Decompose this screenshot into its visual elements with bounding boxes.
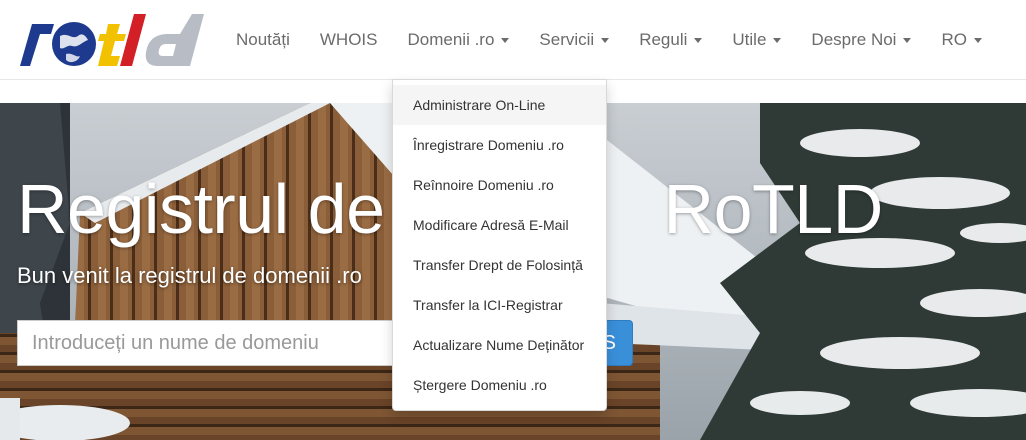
caret-down-icon (501, 37, 510, 43)
nav-item-whois[interactable]: WHOIS (305, 0, 393, 80)
dropdown-item-administrare-online[interactable]: Administrare On-Line (393, 85, 606, 125)
dropdown-item-stergere-domeniu[interactable]: Ștergere Domeniu .ro (393, 365, 606, 405)
dropdown-item-transfer-drept-folosinta[interactable]: Transfer Drept de Folosință (393, 245, 606, 285)
caret-down-icon (601, 37, 610, 43)
hero-subtitle: Bun venit la registrul de domenii .ro (17, 263, 362, 288)
main-nav: Noutăți WHOIS Domenii .ro Servicii Regul… (221, 0, 997, 80)
dropdown-item-inregistrare-domeniu[interactable]: Înregistrare Domeniu .ro (393, 125, 606, 165)
dropdown-item-modificare-email[interactable]: Modificare Adresă E-Mail (393, 205, 606, 245)
dropdown-item-reinnoire-domeniu[interactable]: Reînnoire Domeniu .ro (393, 165, 606, 205)
nav-item-reguli[interactable]: Reguli (624, 0, 717, 80)
nav-label: Reguli (639, 30, 688, 49)
nav-label: Despre Noi (811, 30, 897, 49)
caret-down-icon (973, 37, 982, 43)
dropdown-item-actualizare-nume-detinator[interactable]: Actualizare Nume Deținător (393, 325, 606, 365)
nav-item-servicii[interactable]: Servicii (524, 0, 624, 80)
hero-title-right: RoTLD (663, 170, 884, 248)
domain-search-input[interactable] (17, 320, 437, 366)
rotld-logo[interactable] (16, 10, 208, 70)
nav-item-domenii-ro[interactable]: Domenii .ro (392, 0, 525, 80)
nav-label: Servicii (539, 30, 595, 49)
caret-down-icon (773, 37, 782, 43)
top-navbar: Noutăți WHOIS Domenii .ro Servicii Regul… (0, 0, 1026, 80)
nav-item-utile[interactable]: Utile (717, 0, 796, 80)
nav-label: RO (941, 30, 967, 49)
nav-label: Utile (732, 30, 767, 49)
nav-label: WHOIS (319, 30, 378, 49)
dropdown-item-transfer-ici-registrar[interactable]: Transfer la ICI-Registrar (393, 285, 606, 325)
hero-title-left: Registrul de D (17, 170, 454, 248)
domenii-ro-dropdown-menu: Administrare On-Line Înregistrare Domeni… (392, 79, 607, 411)
caret-down-icon (903, 37, 912, 43)
caret-down-icon (694, 37, 703, 43)
nav-label: Noutăți (236, 30, 290, 49)
nav-item-language[interactable]: RO (926, 0, 997, 80)
nav-item-noutati[interactable]: Noutăți (221, 0, 305, 80)
nav-label: Domenii .ro (407, 30, 495, 49)
nav-item-despre-noi[interactable]: Despre Noi (796, 0, 926, 80)
